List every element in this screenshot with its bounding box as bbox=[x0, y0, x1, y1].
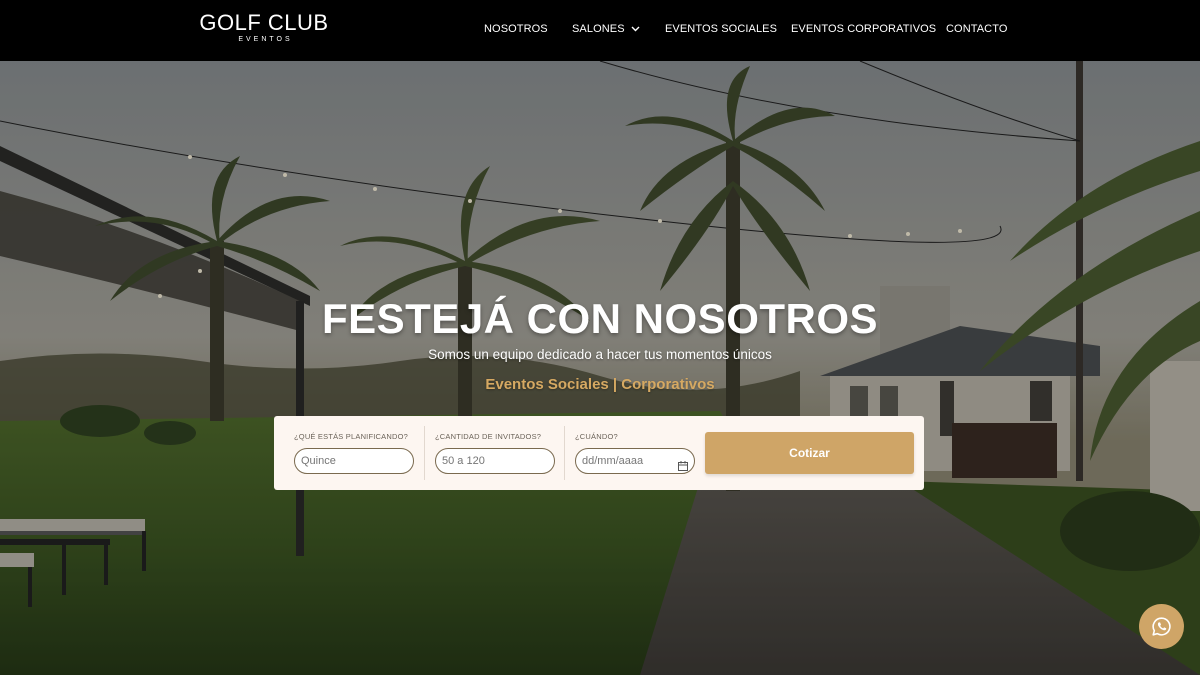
whatsapp-icon bbox=[1152, 617, 1171, 636]
whatsapp-button[interactable] bbox=[1139, 604, 1184, 649]
nav-salones-label: SALONES bbox=[572, 23, 625, 35]
guests-label: ¿CANTIDAD DE INVITADOS? bbox=[435, 432, 542, 441]
nav-eventos-sociales-label: EVENTOS SOCIALES bbox=[665, 23, 778, 35]
hero-section: FESTEJÁ CON NOSOTROS Somos un equipo ded… bbox=[0, 61, 1200, 675]
date-placeholder: dd/mm/aaaa bbox=[582, 455, 644, 467]
nav-contacto-label: CONTACTO bbox=[946, 23, 1008, 35]
date-field: ¿CUÁNDO? dd/mm/aaaa bbox=[555, 416, 705, 490]
event-type-field: ¿QUÉ ESTÁS PLANIFICANDO? bbox=[274, 416, 424, 490]
date-label: ¿CUÁNDO? bbox=[575, 432, 618, 441]
guests-field: ¿CANTIDAD DE INVITADOS? bbox=[415, 416, 565, 490]
nav-nosotros[interactable]: NOSOTROS bbox=[484, 22, 548, 36]
nav-nosotros-label: NOSOTROS bbox=[484, 23, 548, 35]
quote-form: ¿QUÉ ESTÁS PLANIFICANDO? ¿CANTIDAD DE IN… bbox=[274, 416, 924, 490]
logo-subtext: EVENTOS bbox=[238, 36, 293, 43]
hero-overlay bbox=[0, 61, 1200, 675]
hero-subtitle: Somos un equipo dedicado a hacer tus mom… bbox=[428, 347, 772, 362]
hero-title: FESTEJÁ CON NOSOTROS bbox=[321, 295, 879, 342]
nav-contacto[interactable]: CONTACTO bbox=[946, 22, 1008, 36]
guests-input[interactable] bbox=[435, 448, 555, 474]
nav-salones[interactable]: SALONES bbox=[572, 22, 640, 36]
event-type-label: ¿QUÉ ESTÁS PLANIFICANDO? bbox=[294, 432, 408, 441]
event-type-input[interactable] bbox=[294, 448, 414, 474]
logo-text: GOLF CLUB bbox=[199, 10, 329, 35]
nav-eventos-corporativos-label: EVENTOS CORPORATIVOS bbox=[791, 23, 937, 35]
cotizar-button[interactable]: Cotizar bbox=[705, 432, 914, 474]
site-header: GOLF CLUB EVENTOS NOSOTROS SALONES EVENT… bbox=[0, 0, 1200, 61]
calendar-icon[interactable] bbox=[678, 456, 688, 480]
date-input[interactable]: dd/mm/aaaa bbox=[575, 448, 695, 474]
nav-eventos-sociales[interactable]: EVENTOS SOCIALES bbox=[665, 22, 777, 36]
nav-eventos-corporativos[interactable]: EVENTOS CORPORATIVOS bbox=[791, 22, 936, 36]
hero-tagline: Eventos Sociales | Corporativos bbox=[485, 376, 715, 393]
chevron-down-icon bbox=[631, 22, 640, 36]
site-logo[interactable]: GOLF CLUB EVENTOS bbox=[198, 11, 330, 47]
